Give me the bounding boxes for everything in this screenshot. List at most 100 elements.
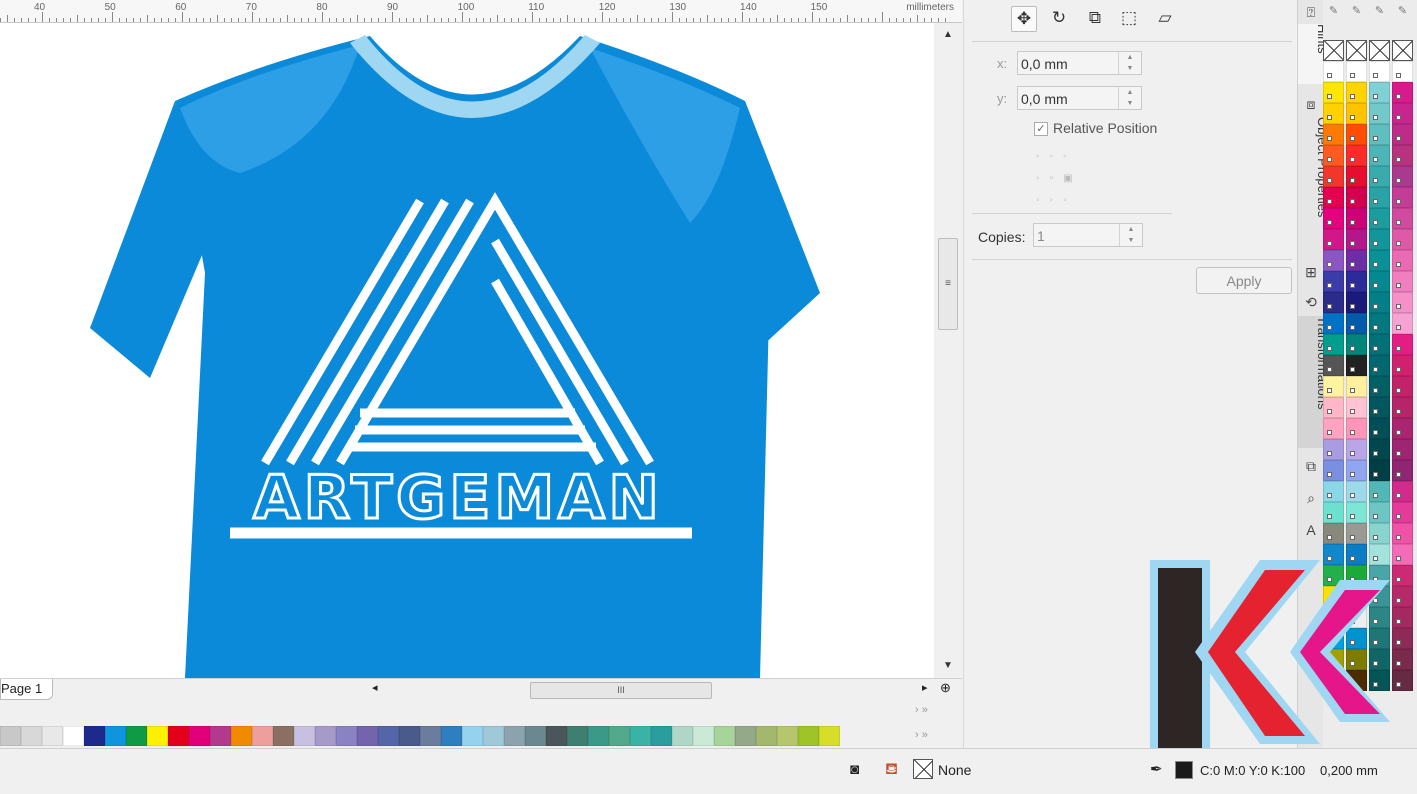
palette-swatch[interactable] [1323,124,1344,145]
palette-swatch[interactable] [1346,502,1367,523]
palette-swatch[interactable] [483,726,504,746]
palette-swatch[interactable] [1392,523,1413,544]
palette-swatch[interactable] [1323,292,1344,313]
palette-swatch[interactable] [567,726,588,746]
palette-pin-icon[interactable]: ✎ [1323,4,1344,18]
palette-swatch[interactable] [1323,376,1344,397]
palette-swatch[interactable] [1369,166,1390,187]
palette-more-icon[interactable]: › » [915,729,928,741]
rotate-icon[interactable]: ↻ [1047,6,1071,30]
palette-swatch[interactable] [315,726,336,746]
palette-swatch[interactable] [1346,376,1367,397]
palette-swatch[interactable] [0,726,21,746]
palette-swatch[interactable] [189,726,210,746]
bottom-color-palette[interactable] [0,726,840,748]
palette-swatch[interactable] [1392,103,1413,124]
palette-swatch[interactable] [1346,166,1367,187]
palette-swatch[interactable] [1392,124,1413,145]
copies-field[interactable]: 1 ▲ ▼ [1033,223,1143,247]
palette-swatch[interactable] [1323,523,1344,544]
palette-swatch[interactable] [1323,418,1344,439]
palette-swatch[interactable] [1369,397,1390,418]
palette-swatch[interactable] [1392,460,1413,481]
palette-swatch[interactable] [1346,355,1367,376]
palette-swatch[interactable] [525,726,546,746]
palette-swatch[interactable] [168,726,189,746]
palette-swatch[interactable] [1369,187,1390,208]
palette-swatch[interactable] [1369,376,1390,397]
vertical-scroll-thumb[interactable]: ≡ [938,238,958,330]
zoom-docker-icon[interactable]: ⌕ [1301,488,1321,508]
palette-swatch[interactable] [630,726,651,746]
page-tab[interactable]: Page 1 [0,679,54,700]
palette-swatch[interactable] [1369,418,1390,439]
text-docker-icon[interactable]: A [1301,520,1321,540]
palette-pin-icon[interactable]: ✎ [1369,4,1390,18]
palette-swatch[interactable] [1346,460,1367,481]
palette-swatch[interactable] [1323,313,1344,334]
no-color-swatch[interactable] [1369,40,1390,61]
palette-swatch[interactable] [1392,229,1413,250]
palette-swatch[interactable] [1392,397,1413,418]
palette-pin-icon[interactable]: ✎ [1392,4,1413,18]
fill-bucket-icon[interactable]: ⛾ [885,760,898,780]
outline-pen-icon[interactable]: ✒ [1150,760,1163,778]
palette-swatch[interactable] [735,726,756,746]
no-color-swatch[interactable] [1323,40,1344,61]
vertical-scrollbar[interactable]: ▲ ≡ ▼ [934,23,962,678]
palette-swatch[interactable] [357,726,378,746]
palette-swatch[interactable] [1392,145,1413,166]
palette-swatch[interactable] [462,726,483,746]
x-spinner[interactable]: ▲ ▼ [1118,52,1141,74]
palette-swatch[interactable] [1369,250,1390,271]
palette-swatch[interactable] [1392,355,1413,376]
palette-swatch[interactable] [1392,271,1413,292]
y-position-field[interactable]: 0,0 mm ▲ ▼ [1017,86,1142,110]
no-color-swatch[interactable] [1392,40,1413,61]
palette-swatch[interactable] [1369,145,1390,166]
y-spinner[interactable]: ▲ ▼ [1118,87,1141,109]
palette-swatch[interactable] [756,726,777,746]
palette-swatch[interactable] [1392,313,1413,334]
palette-swatch[interactable] [1346,250,1367,271]
transformations-icon[interactable]: ⟲ [1301,292,1321,312]
palette-swatch[interactable] [1323,355,1344,376]
object-properties-icon[interactable]: ⧈ [1301,94,1321,114]
palette-swatch[interactable] [1323,166,1344,187]
palette-swatch[interactable] [1369,523,1390,544]
palette-swatch[interactable] [1323,397,1344,418]
palette-swatch[interactable] [1346,418,1367,439]
palette-swatch[interactable] [1369,61,1390,82]
palette-swatch[interactable] [336,726,357,746]
palette-swatch[interactable] [1346,439,1367,460]
palette-swatch[interactable] [1369,355,1390,376]
palette-swatch[interactable] [1346,397,1367,418]
palette-swatch[interactable] [588,726,609,746]
palette-swatch[interactable] [1346,187,1367,208]
palette-swatch[interactable] [1346,271,1367,292]
drawing-canvas[interactable]: ARTGEMAN [0,23,934,678]
palette-swatch[interactable] [1392,61,1413,82]
palette-swatch[interactable] [1323,145,1344,166]
palette-swatch[interactable] [651,726,672,746]
palette-swatch[interactable] [210,726,231,746]
palette-swatch[interactable] [714,726,735,746]
skew-icon[interactable]: ⏥ [1153,6,1177,30]
palette-swatch[interactable] [1369,481,1390,502]
relative-position-checkbox[interactable]: ✓ [1034,122,1048,136]
palette-swatch[interactable] [1392,481,1413,502]
palette-swatch[interactable] [1323,439,1344,460]
palette-swatch[interactable] [273,726,294,746]
palette-swatch[interactable] [1392,439,1413,460]
palette-swatch[interactable] [441,726,462,746]
palette-swatch[interactable] [777,726,798,746]
copies-spinner[interactable]: ▲ ▼ [1119,224,1142,246]
palette-swatch[interactable] [1392,418,1413,439]
add-docker-icon[interactable]: ⧉ [1301,456,1321,476]
palette-swatch[interactable] [1323,460,1344,481]
palette-swatch[interactable] [1346,82,1367,103]
palette-swatch[interactable] [1323,187,1344,208]
scroll-left-button[interactable]: ◂ [372,681,378,694]
palette-swatch[interactable] [1323,271,1344,292]
palette-swatch[interactable] [1369,229,1390,250]
